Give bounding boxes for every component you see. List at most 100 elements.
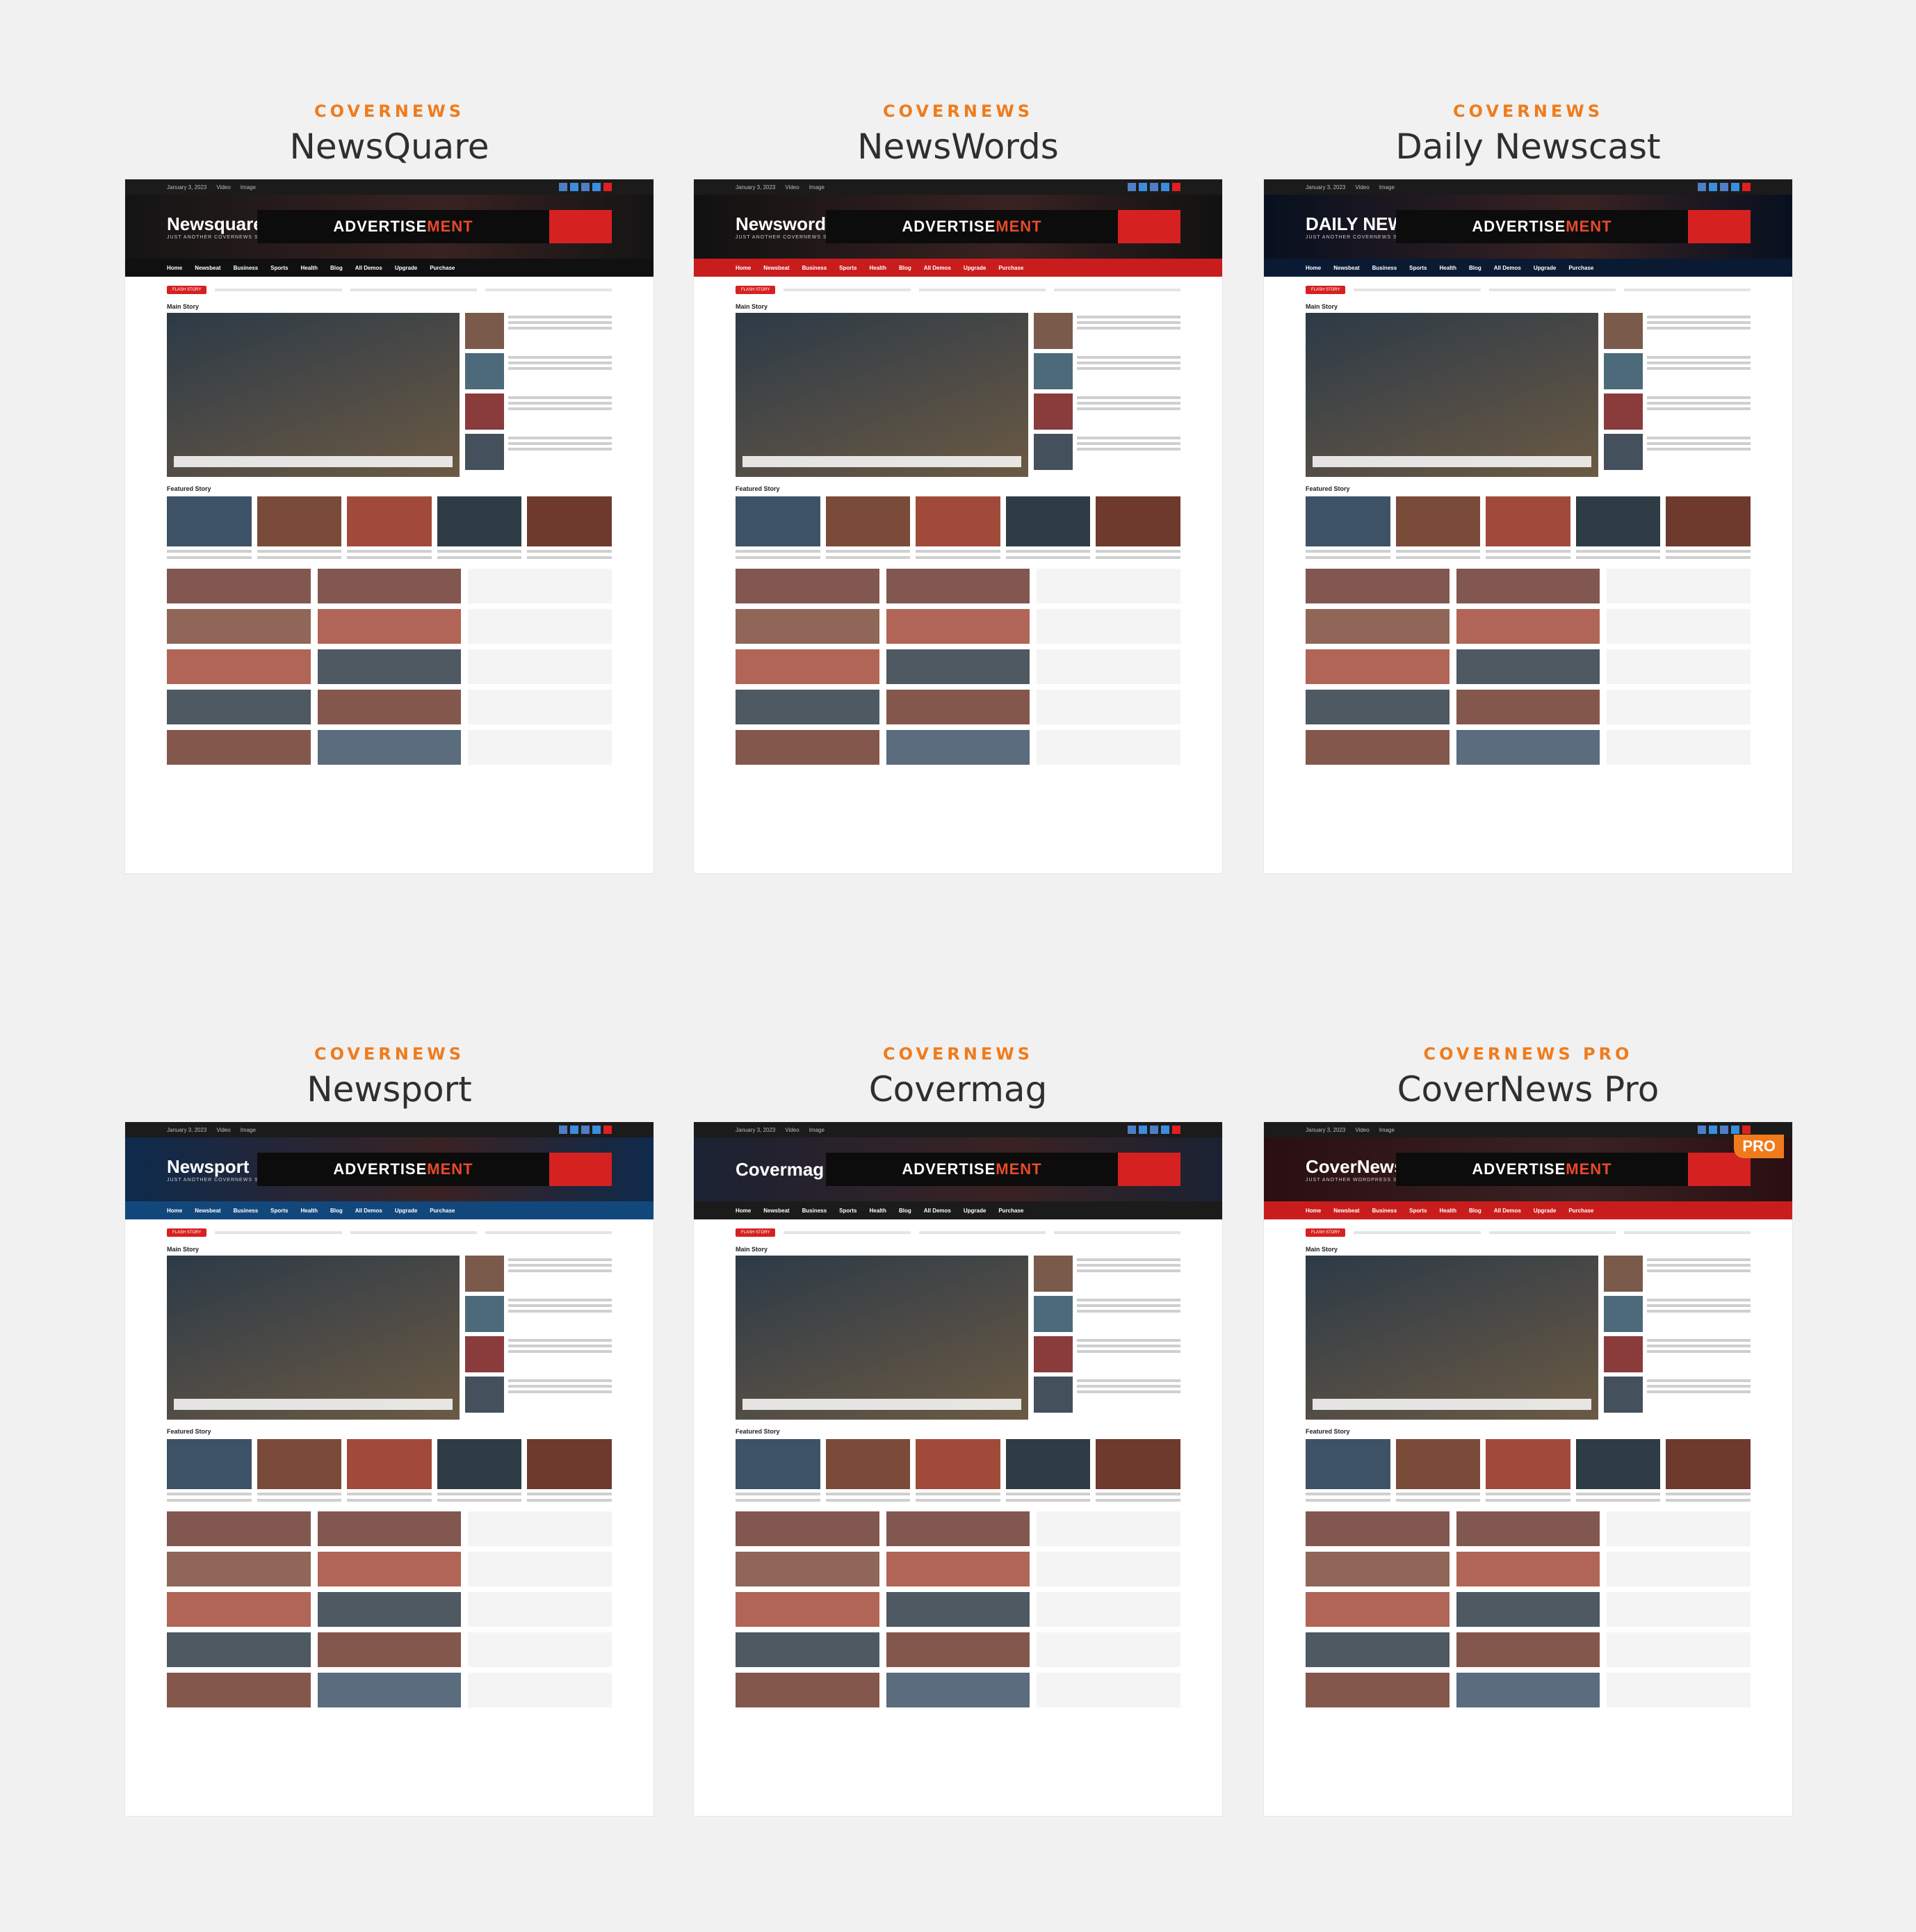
category-post[interactable] [1037, 1592, 1181, 1627]
trending-item[interactable] [465, 434, 612, 470]
featured-item[interactable] [437, 496, 522, 559]
category-post[interactable] [886, 649, 1030, 684]
category-post[interactable] [167, 730, 311, 765]
category-post[interactable] [468, 730, 612, 765]
featured-item[interactable] [1096, 496, 1180, 559]
theme-preview[interactable]: January 3, 2023 Video Image CoverNews Pro JU… [1264, 1122, 1792, 1816]
trending-item[interactable] [1034, 1377, 1180, 1413]
trending-item[interactable] [1034, 353, 1180, 389]
main-story-image[interactable] [1306, 1256, 1599, 1420]
trending-item[interactable] [1034, 393, 1180, 430]
trending-item[interactable] [1604, 1377, 1751, 1413]
category-post[interactable] [317, 609, 462, 644]
category-post[interactable] [1037, 730, 1181, 765]
category-post[interactable] [167, 649, 311, 684]
category-post[interactable] [736, 609, 879, 644]
featured-item[interactable] [1486, 496, 1570, 559]
featured-item[interactable] [167, 496, 252, 559]
category-post[interactable] [1607, 1511, 1751, 1546]
trending-item[interactable] [1034, 434, 1180, 470]
trending-item[interactable] [1034, 1296, 1180, 1332]
category-post[interactable] [886, 1511, 1030, 1546]
featured-item[interactable] [916, 496, 1000, 559]
category-post[interactable] [1607, 690, 1751, 724]
trending-item[interactable] [1604, 1296, 1751, 1332]
category-post[interactable] [1306, 1673, 1450, 1707]
featured-item[interactable] [1395, 496, 1481, 559]
trending-item[interactable] [1604, 434, 1751, 470]
category-post[interactable] [1607, 609, 1751, 644]
theme-title[interactable]: NewsWords [694, 127, 1222, 167]
category-post[interactable] [886, 690, 1030, 724]
category-post[interactable] [1607, 1632, 1751, 1667]
featured-item[interactable] [437, 1439, 522, 1502]
theme-title[interactable]: NewsQuare [125, 127, 653, 167]
category-post[interactable] [1607, 730, 1751, 765]
theme-title[interactable]: Daily Newscast [1264, 127, 1792, 167]
featured-item[interactable] [527, 496, 612, 559]
category-post[interactable] [317, 730, 462, 765]
category-post[interactable] [736, 1632, 879, 1667]
category-post[interactable] [317, 1552, 462, 1586]
category-post[interactable] [1037, 1632, 1181, 1667]
featured-item[interactable] [825, 1439, 911, 1502]
featured-item[interactable] [1486, 1439, 1570, 1502]
category-post[interactable] [886, 1632, 1030, 1667]
featured-item[interactable] [736, 1439, 820, 1502]
category-post[interactable] [1037, 649, 1181, 684]
category-post[interactable] [1456, 1511, 1600, 1546]
category-post[interactable] [1456, 1552, 1600, 1586]
trending-item[interactable] [1034, 313, 1180, 349]
category-post[interactable] [167, 609, 311, 644]
category-post[interactable] [167, 569, 311, 603]
trending-item[interactable] [1604, 1336, 1751, 1372]
theme-preview[interactable]: January 3, 2023 Video Image Covermag ADVERTI… [694, 1122, 1222, 1816]
category-post[interactable] [736, 690, 879, 724]
featured-item[interactable] [257, 496, 342, 559]
category-post[interactable] [736, 730, 879, 765]
trending-item[interactable] [465, 1256, 612, 1292]
featured-item[interactable] [1306, 1439, 1390, 1502]
category-post[interactable] [1037, 1511, 1181, 1546]
category-post[interactable] [317, 1673, 462, 1707]
category-post[interactable] [317, 569, 462, 603]
category-post[interactable] [886, 1552, 1030, 1586]
main-story-image[interactable] [167, 1256, 460, 1420]
category-post[interactable] [1037, 569, 1181, 603]
theme-title[interactable]: Covermag [694, 1069, 1222, 1110]
category-post[interactable] [1607, 1552, 1751, 1586]
main-story-image[interactable] [736, 1256, 1029, 1420]
category-post[interactable] [886, 609, 1030, 644]
theme-preview[interactable]: January 3, 2023 Video Image Newsquare JUST A… [125, 179, 653, 873]
category-post[interactable] [167, 1592, 311, 1627]
category-post[interactable] [886, 730, 1030, 765]
category-post[interactable] [468, 1592, 612, 1627]
category-post[interactable] [1456, 569, 1600, 603]
category-post[interactable] [317, 690, 462, 724]
category-post[interactable] [468, 1511, 612, 1546]
theme-preview[interactable]: January 3, 2023 Video Image Newswords JUST A… [694, 179, 1222, 873]
category-post[interactable] [167, 1632, 311, 1667]
trending-item[interactable] [1604, 1256, 1751, 1292]
trending-item[interactable] [1034, 1336, 1180, 1372]
trending-item[interactable] [1604, 313, 1751, 349]
category-post[interactable] [736, 1592, 879, 1627]
category-post[interactable] [317, 1511, 462, 1546]
featured-item[interactable] [527, 1439, 612, 1502]
theme-preview[interactable]: January 3, 2023 Video Image Newsport JUST AN… [125, 1122, 653, 1816]
featured-item[interactable] [1666, 1439, 1751, 1502]
category-post[interactable] [167, 690, 311, 724]
featured-item[interactable] [257, 1439, 342, 1502]
category-post[interactable] [736, 1673, 879, 1707]
category-post[interactable] [736, 569, 879, 603]
category-post[interactable] [468, 1552, 612, 1586]
theme-title[interactable]: Newsport [125, 1069, 653, 1110]
main-story-image[interactable] [167, 313, 460, 477]
featured-item[interactable] [736, 496, 820, 559]
trending-item[interactable] [1034, 1256, 1180, 1292]
category-post[interactable] [1607, 1592, 1751, 1627]
category-post[interactable] [1037, 609, 1181, 644]
trending-item[interactable] [465, 1296, 612, 1332]
featured-item[interactable] [1575, 496, 1661, 559]
category-post[interactable] [317, 649, 462, 684]
